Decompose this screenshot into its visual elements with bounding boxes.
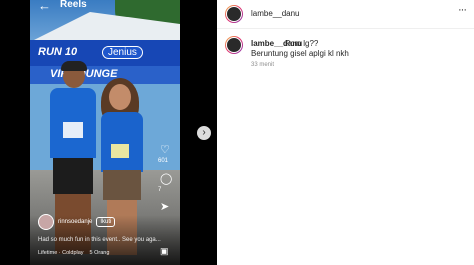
comments-count: 7	[158, 187, 162, 193]
woman-race-bib	[111, 144, 129, 158]
left-letterbox	[0, 0, 30, 265]
banner-primary-text: RUN 10	[38, 46, 78, 58]
chevron-right-icon[interactable]: ›	[197, 126, 211, 140]
comment-avatar[interactable]	[225, 36, 243, 54]
woman-face	[109, 84, 131, 110]
post-header: lambe__danu ···	[217, 0, 474, 29]
likes-count: 601	[158, 158, 169, 164]
post-panel: lambe__danu ··· lambe__danu Pcm lg?? Ber…	[217, 0, 474, 265]
comment-avatar-image	[226, 37, 242, 53]
woman-skirt	[103, 170, 141, 200]
man-cap	[61, 61, 87, 71]
follow-button[interactable]: Ikuti	[96, 217, 116, 227]
banner-brand-logo: Jenius	[102, 46, 143, 59]
comment-timestamp: 33 menit	[251, 62, 275, 68]
woman-shirt	[101, 112, 143, 172]
reel-author-avatar[interactable]	[38, 214, 54, 230]
audio-people: 5 Orang	[89, 250, 110, 256]
man-race-bib	[63, 122, 83, 138]
author-avatar-image	[226, 6, 242, 22]
comment-icon[interactable]: ◯	[160, 172, 172, 185]
audio-artist: Lifetime · Coldplay	[38, 250, 84, 256]
comment-text-line1: Pcm lg??	[285, 39, 319, 48]
heart-icon[interactable]: ♡	[160, 143, 170, 156]
author-avatar[interactable]	[225, 5, 243, 23]
more-icon[interactable]: ···	[458, 4, 467, 16]
author-username[interactable]: lambe__danu	[251, 9, 299, 18]
man-shorts	[53, 158, 93, 194]
back-arrow-icon[interactable]: ←	[38, 0, 51, 13]
reels-title: Reels	[60, 0, 87, 10]
comment-text-line2: Beruntung gisel aplgi kl nkh	[251, 49, 349, 58]
audio-icon[interactable]: ▣	[160, 246, 169, 257]
reel-caption[interactable]: Had so much fun in this event.. See you …	[38, 237, 161, 243]
reel-audio[interactable]: Lifetime · Coldplay 5 Orang	[38, 250, 109, 256]
share-icon[interactable]: ➤	[160, 200, 169, 213]
reel-author-username[interactable]: rinnsoedanje	[58, 219, 92, 225]
